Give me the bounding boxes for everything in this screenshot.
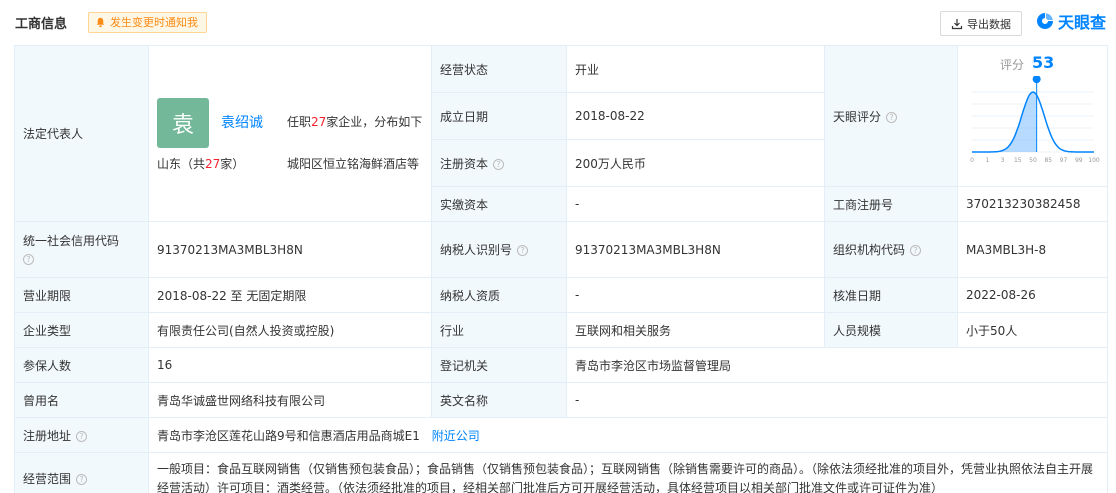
help-icon[interactable]: ? [910,245,922,256]
score-tick-label: 1 [985,157,989,164]
tianyancha-logo-icon [1037,13,1053,29]
insured-label: 参保人数 [14,347,149,383]
score-widget[interactable]: 评分 53 0 1 3 15 50 85 97 99 100 [958,46,1107,186]
logo-text: 天眼查 [1058,13,1107,32]
table-row: 注册地址? 青岛市李沧区莲花山路9号和信惠酒店用品商城E1 附近公司 [14,417,1108,453]
business-info-table: 法定代表人 袁 袁绍诚 任职27家企业，分布如下 山东（共27家） 城阳区恒立铭… [14,45,1108,493]
table-row: 统一社会信用代码? 91370213MA3MBL3H8N 纳税人识别号? 913… [14,221,1108,278]
reg-capital-value: 200万人民币 [566,139,825,187]
address-cell: 青岛市李沧区莲花山路9号和信惠酒店用品商城E1 附近公司 [148,417,1108,453]
established-label: 成立日期 [431,92,567,140]
legal-rep-card: 袁 袁绍诚 任职27家企业，分布如下 山东（共27家） 城阳区恒立铭海鲜酒店等 [157,64,431,204]
legal-rep-office-count: 任职27家企业，分布如下 [287,114,423,129]
score-tick-label: 50 [1029,157,1037,164]
credit-code-label-cell: 统一社会信用代码? [14,221,149,278]
term-value: 2018-08-22 至 无固定期限 [148,277,432,313]
table-row: 营业期限 2018-08-22 至 无固定期限 纳税人资质 - 核准日期 202… [14,277,1108,313]
section-header: 工商信息 发生变更时通知我 导出数据 天眼查 [0,0,1116,44]
help-icon[interactable]: ? [517,245,529,256]
taxpayer-id-label-cell: 纳税人识别号? [431,221,567,278]
score-label: 评分 [1000,58,1025,72]
taxpayer-id-value: 91370213MA3MBL3H8N [566,221,825,278]
tianyan-score-cell[interactable]: 评分 53 0 1 3 15 50 85 97 99 100 [957,45,1108,187]
score-marker-pin [1032,76,1041,84]
status-label: 经营状态 [431,45,567,93]
authority-label: 登记机关 [431,347,567,383]
export-label: 导出数据 [967,17,1011,31]
industry-label: 行业 [431,312,567,348]
legal-rep-cell: 袁 袁绍诚 任职27家企业，分布如下 山东（共27家） 城阳区恒立铭海鲜酒店等 [148,45,432,222]
table-row: 法定代表人 袁 袁绍诚 任职27家企业，分布如下 山东（共27家） 城阳区恒立铭… [14,45,1108,222]
status-value: 开业 [566,45,825,93]
established-value: 2018-08-22 [566,92,825,140]
legal-rep-name-link[interactable]: 袁绍诚 [221,112,263,132]
score-tick-label: 97 [1060,157,1068,164]
help-icon[interactable]: ? [76,430,88,442]
term-label: 营业期限 [14,277,149,313]
english-name-value: - [566,382,1108,418]
score-tick-label: 15 [1014,157,1022,164]
company-type-value: 有限责任公司(自然人投资或控股) [148,312,432,348]
biz-reg-no-value: 370213230382458 [957,186,1108,222]
address-label-cell: 注册地址? [14,417,149,453]
address-value: 青岛市李沧区莲花山路9号和信惠酒店用品商城E1 [157,428,420,443]
help-icon[interactable]: ? [493,158,505,170]
former-name-label: 曾用名 [14,382,149,418]
biz-reg-no-label: 工商注册号 [824,186,958,222]
taxpayer-qual-label: 纳税人资质 [431,277,567,313]
score-tick-label: 85 [1044,157,1052,164]
credit-code-value: 91370213MA3MBL3H8N [148,221,432,278]
staff-size-label: 人员规模 [824,312,958,348]
notify-button[interactable]: 发生变更时通知我 [88,12,207,33]
scope-value: 一般项目：食品互联网销售（仅销售预包装食品）；食品销售（仅销售预包装食品）；互联… [148,452,1108,493]
taxpayer-qual-value: - [566,277,825,313]
tianyan-score-label-cell: 天眼评分? [824,45,958,187]
insured-value: 16 [148,347,432,383]
reg-capital-label-cell: 注册资本? [431,139,567,187]
authority-value: 青岛市李沧区市场监督管理局 [566,347,1108,383]
help-icon[interactable]: ? [23,253,34,265]
legal-rep-label: 法定代表人 [14,45,149,222]
industry-value: 互联网和相关服务 [566,312,825,348]
org-code-label-cell: 组织机构代码? [824,221,958,278]
score-value: 53 [1032,53,1055,72]
bell-icon [96,17,105,28]
table-row: 参保人数 16 登记机关 青岛市李沧区市场监督管理局 [14,347,1108,383]
score-tick-label: 99 [1075,157,1083,164]
table-row: 曾用名 青岛华诚盛世网络科技有限公司 英文名称 - [14,382,1108,418]
score-tick-label: 100 [1088,157,1100,164]
org-code-value: MA3MBL3H-8 [957,221,1108,278]
tianyancha-logo[interactable]: 天眼查 [1035,9,1106,33]
download-icon [951,18,963,29]
avatar[interactable]: 袁 [157,97,209,148]
table-row: 经营范围? 一般项目：食品互联网销售（仅销售预包装食品）；食品销售（仅销售预包装… [14,452,1108,493]
help-icon[interactable]: ? [886,111,898,123]
table-row: 企业类型 有限责任公司(自然人投资或控股) 行业 互联网和相关服务 人员规模 小… [14,312,1108,348]
help-icon[interactable]: ? [76,474,88,485]
score-distribution-chart: 0 1 3 15 50 85 97 99 100 [970,76,1100,164]
approval-date-label: 核准日期 [824,277,958,313]
scope-label-cell: 经营范围? [14,452,149,493]
approval-date-value: 2022-08-26 [957,277,1108,313]
nearby-companies-link[interactable]: 附近公司 [432,429,480,443]
score-tick-label: 3 [1001,157,1005,164]
staff-size-value: 小于50人 [957,312,1108,348]
score-tick-label: 0 [970,157,974,164]
legal-rep-region[interactable]: 山东（共27家） [157,155,244,172]
legal-rep-company[interactable]: 城阳区恒立铭海鲜酒店等 [287,155,419,172]
paid-capital-label: 实缴资本 [431,186,567,222]
notify-label: 发生变更时通知我 [110,16,198,29]
paid-capital-value: - [566,186,825,222]
export-data-button[interactable]: 导出数据 [940,11,1022,36]
english-name-label: 英文名称 [431,382,567,418]
former-name-value: 青岛华诚盛世网络科技有限公司 [148,382,432,418]
section-title: 工商信息 [15,17,68,32]
company-type-label: 企业类型 [14,312,149,348]
